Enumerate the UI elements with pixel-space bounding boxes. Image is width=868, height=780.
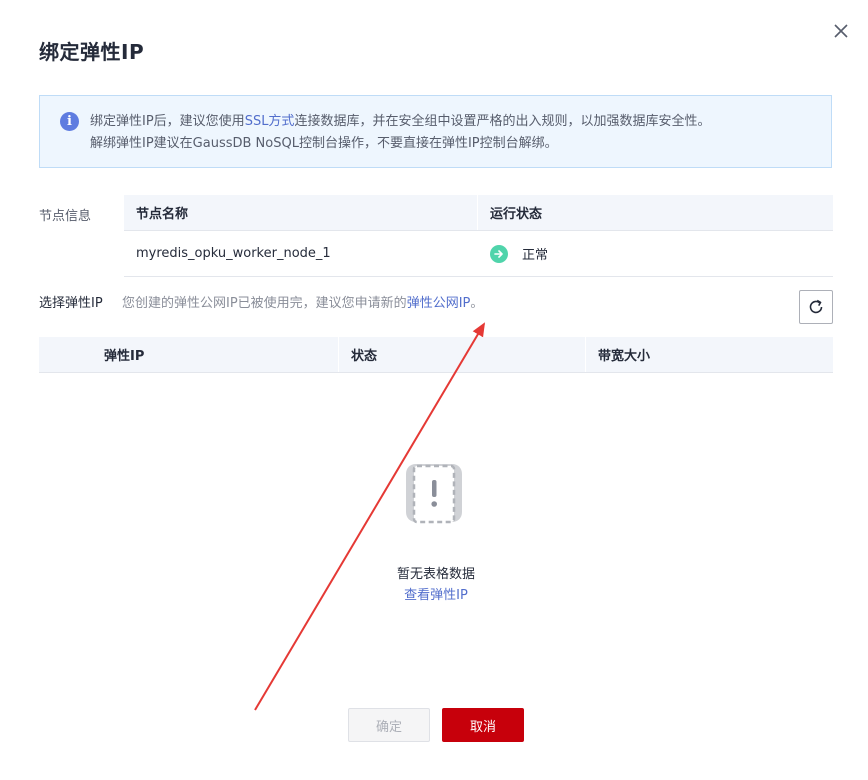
arrow-right-circle-icon — [490, 244, 508, 263]
notice-line-1: 绑定弹性IP后，建议您使用SSL方式连接数据库，并在安全组中设置严格的出入规则，… — [90, 113, 710, 131]
notice-text: 绑定弹性IP后，建议您使用 — [90, 114, 245, 129]
confirm-button[interactable]: 确定 — [348, 708, 430, 742]
info-icon: i — [60, 112, 79, 131]
notice-text: 连接数据库，并在安全组中设置严格的出入规则，以加强数据库安全性。 — [294, 114, 711, 129]
empty-warning-icon — [398, 460, 470, 532]
bind-eip-dialog: 绑定弹性IP i 绑定弹性IP后，建议您使用SSL方式连接数据库，并在安全组中设… — [0, 0, 868, 780]
info-notice: i 绑定弹性IP后，建议您使用SSL方式连接数据库，并在安全组中设置严格的出入规… — [39, 95, 832, 168]
node-status-text: 正常 — [522, 248, 549, 263]
hint-text: 您创建的弹性公网IP已被使用完，建议您申请新的 — [122, 296, 407, 311]
select-eip-hint: 您创建的弹性公网IP已被使用完，建议您申请新的弹性公网IP。 — [122, 292, 483, 311]
view-eip-link[interactable]: 查看弹性IP — [336, 584, 536, 603]
node-name-cell: myredis_opku_worker_node_1 — [136, 246, 331, 261]
hint-text: 。 — [470, 296, 484, 311]
cancel-button[interactable]: 取消 — [442, 708, 524, 742]
eip-table-header: 弹性IP 状态 带宽大小 — [39, 337, 833, 373]
select-eip-label: 选择弹性IP — [39, 296, 103, 311]
header-node-name: 节点名称 — [124, 195, 478, 230]
node-info-table: 节点名称 运行状态 myredis_opku_worker_node_1 正常 — [124, 195, 833, 277]
node-info-label: 节点信息 — [39, 209, 92, 224]
close-icon[interactable] — [832, 22, 850, 40]
notice-line-2: 解绑弹性IP建议在GaussDB NoSQL控制台操作，不要直接在弹性IP控制台… — [90, 136, 558, 151]
header-run-status: 运行状态 — [490, 207, 543, 222]
eip-apply-link[interactable]: 弹性公网IP — [407, 296, 471, 311]
refresh-icon — [809, 299, 823, 314]
table-row: myredis_opku_worker_node_1 正常 — [124, 231, 833, 277]
header-bandwidth: 带宽大小 — [598, 349, 651, 364]
header-status: 状态 — [339, 337, 586, 372]
dialog-title: 绑定弹性IP — [39, 40, 145, 64]
ssl-link[interactable]: SSL方式 — [245, 114, 295, 129]
header-eip: 弹性IP — [39, 337, 339, 372]
empty-text: 暂无表格数据 — [396, 567, 475, 582]
node-table-header: 节点名称 运行状态 — [124, 195, 833, 231]
refresh-button[interactable] — [799, 290, 833, 324]
node-status-cell: 正常 — [478, 231, 833, 276]
